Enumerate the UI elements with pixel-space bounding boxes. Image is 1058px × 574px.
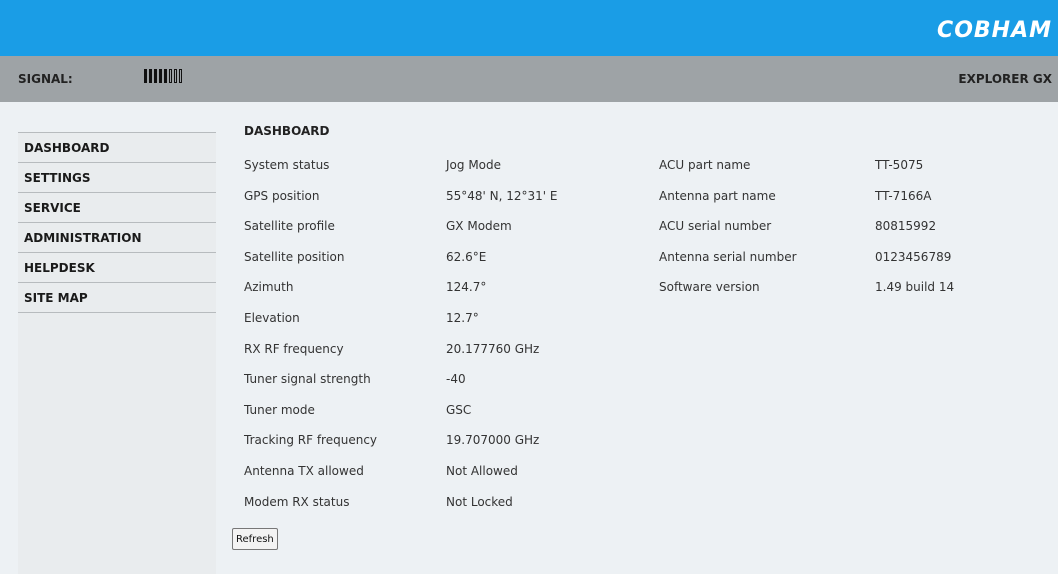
field-value: GSC — [446, 402, 472, 417]
signal-bar — [174, 69, 177, 83]
field-label: Modem RX status — [244, 494, 350, 509]
field-value: 19.707000 GHz — [446, 433, 540, 448]
signal-strength-indicator — [144, 69, 182, 83]
signal-bar — [144, 69, 147, 83]
page-title: DASHBOARD — [244, 124, 330, 138]
signal-bar — [169, 69, 172, 83]
field-label: GPS position — [244, 188, 320, 203]
refresh-button[interactable]: Refresh — [232, 528, 278, 550]
field-label: Azimuth — [244, 280, 294, 295]
field-value: 62.6°E — [446, 249, 487, 264]
sidebar-item-site-map[interactable]: SITE MAP — [18, 283, 216, 313]
field-value: 12.7° — [446, 311, 479, 325]
field-label: Tracking RF frequency — [244, 433, 378, 448]
top-banner: COBHAM — [0, 0, 1058, 56]
sidebar-item-settings[interactable]: SETTINGS — [18, 163, 216, 193]
signal-bar — [149, 69, 152, 83]
field-value: 1.49 build 14 — [875, 280, 955, 295]
signal-bar — [164, 69, 167, 83]
cobham-logo: COBHAM — [937, 18, 1052, 43]
field-value: 55°48' N, 12°31' E — [446, 188, 558, 203]
status-bar: SIGNAL: EXPLORER GX — [0, 56, 1058, 102]
field-value: 0123456789 — [875, 249, 952, 264]
sidebar-item-administration[interactable]: ADMINISTRATION — [18, 223, 216, 253]
field-value: 20.177760 GHz — [446, 341, 540, 356]
field-value: Jog Mode — [446, 158, 502, 172]
field-label: Tuner signal strength — [244, 372, 371, 387]
field-value: 124.7° — [446, 280, 487, 295]
field-label: Elevation — [244, 311, 300, 325]
sidebar-item-service[interactable]: SERVICE — [18, 193, 216, 223]
sidebar-item-helpdesk[interactable]: HELPDESK — [18, 253, 216, 283]
field-value: Not Locked — [446, 494, 513, 509]
sidebar-nav: DASHBOARD SETTINGS SERVICE ADMINISTRATIO… — [18, 132, 216, 574]
field-value: -40 — [446, 372, 466, 387]
signal-bar — [154, 69, 157, 83]
field-label: Antenna part name — [659, 188, 776, 203]
field-value: GX Modem — [446, 219, 512, 234]
field-label: ACU serial number — [659, 219, 772, 234]
field-label: Antenna TX allowed — [244, 464, 364, 478]
field-value: 80815992 — [875, 219, 937, 234]
field-label: Tuner mode — [244, 402, 315, 417]
field-label: System status — [244, 158, 330, 172]
product-name: EXPLORER GX — [958, 72, 1052, 86]
field-label: Satellite profile — [244, 219, 335, 234]
field-label: Antenna serial number — [659, 249, 797, 264]
signal-label: SIGNAL: — [18, 72, 73, 86]
field-label: Satellite position — [244, 249, 345, 264]
field-label: Software version — [659, 280, 760, 295]
sidebar-item-dashboard[interactable]: DASHBOARD — [18, 133, 216, 163]
signal-bar — [179, 69, 182, 83]
field-label: RX RF frequency — [244, 341, 344, 356]
signal-bar — [159, 69, 162, 83]
field-value: TT-5075 — [875, 158, 924, 172]
field-value: Not Allowed — [446, 464, 518, 478]
field-label: ACU part name — [659, 158, 751, 172]
field-value: TT-7166A — [875, 188, 932, 203]
